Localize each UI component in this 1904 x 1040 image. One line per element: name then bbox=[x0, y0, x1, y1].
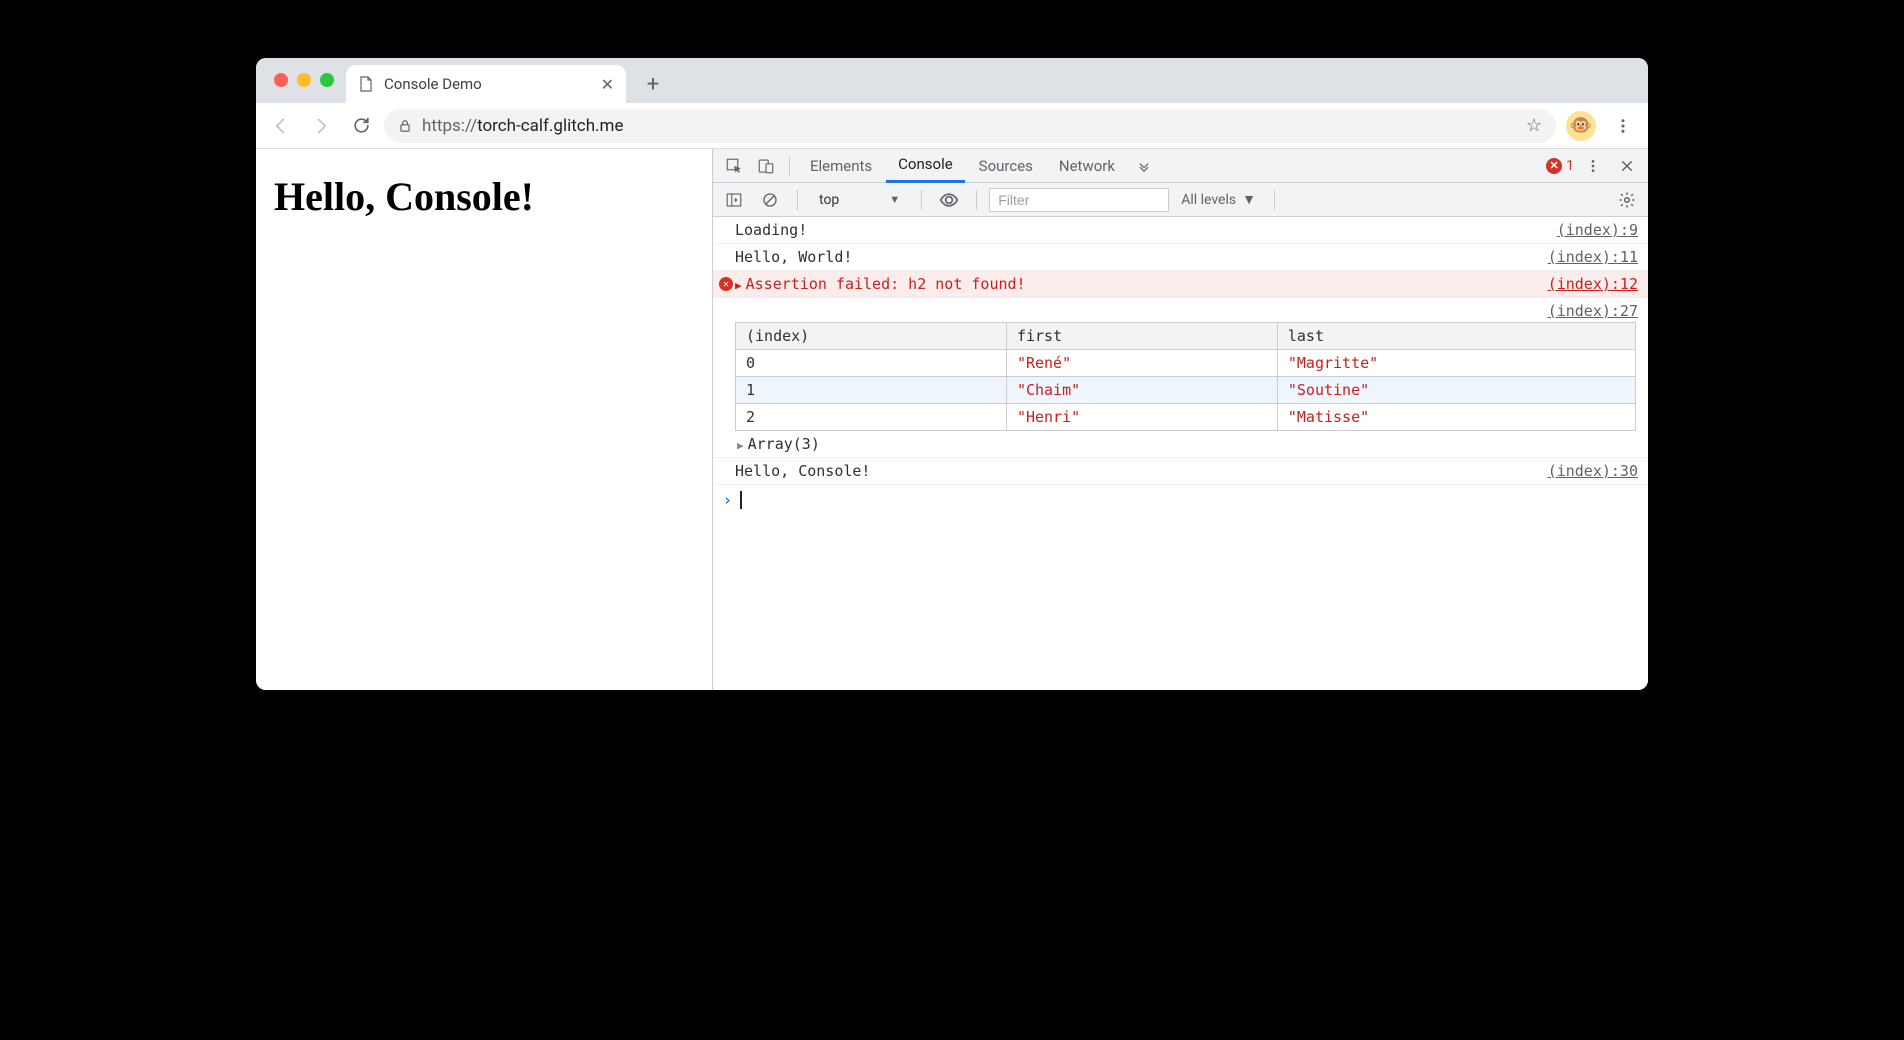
browser-tab[interactable]: Console Demo ✕ bbox=[346, 65, 626, 103]
table-header[interactable]: last bbox=[1277, 323, 1635, 350]
table-row: 0 "René" "Magritte" bbox=[736, 350, 1636, 377]
log-message: Hello, World! bbox=[735, 248, 1538, 266]
console-log-row: Hello, World! (index):11 bbox=[713, 244, 1648, 271]
log-message: Loading! bbox=[735, 221, 1547, 239]
context-selector[interactable]: top ▼ bbox=[810, 189, 909, 211]
table-header[interactable]: (index) bbox=[736, 323, 1007, 350]
close-tab-icon[interactable]: ✕ bbox=[601, 75, 614, 94]
tab-strip: Console Demo ✕ + bbox=[256, 58, 1648, 103]
table-row: 1 "Chaim" "Soutine" bbox=[736, 377, 1636, 404]
log-message: ▶Assertion failed: h2 not found! bbox=[735, 275, 1538, 293]
devtools-menu-icon[interactable] bbox=[1578, 151, 1608, 181]
log-source-link[interactable]: (index):12 bbox=[1538, 275, 1638, 293]
new-tab-button[interactable]: + bbox=[636, 67, 670, 101]
maximize-window-icon[interactable] bbox=[320, 73, 334, 87]
tab-sources[interactable]: Sources bbox=[967, 149, 1045, 183]
filter-input[interactable] bbox=[989, 188, 1169, 212]
sidebar-toggle-icon[interactable] bbox=[719, 185, 749, 215]
bookmark-icon[interactable]: ☆ bbox=[1526, 115, 1542, 136]
page-heading: Hello, Console! bbox=[274, 173, 694, 220]
address-bar[interactable]: https://torch-calf.glitch.me ☆ bbox=[384, 109, 1556, 143]
error-icon: ✕ bbox=[719, 277, 733, 291]
log-source-link[interactable]: (index):9 bbox=[1547, 221, 1638, 239]
disclosure-triangle-icon[interactable]: ▶ bbox=[737, 439, 744, 452]
forward-button[interactable] bbox=[304, 109, 338, 143]
profile-avatar[interactable]: 🐵 bbox=[1566, 111, 1596, 141]
page-icon bbox=[358, 76, 374, 92]
browser-window: Console Demo ✕ + https://torch-calf.glit… bbox=[256, 58, 1648, 690]
log-source-link[interactable]: (index):11 bbox=[1538, 248, 1638, 266]
devtools-panel: Elements Console Sources Network ✕1 bbox=[712, 149, 1648, 690]
console-prompt[interactable]: › bbox=[713, 485, 1648, 515]
page-viewport: Hello, Console! bbox=[256, 149, 712, 690]
inspect-icon[interactable] bbox=[719, 151, 749, 181]
toolbar: https://torch-calf.glitch.me ☆ 🐵 bbox=[256, 103, 1648, 149]
log-levels-selector[interactable]: All levels ▼ bbox=[1175, 191, 1262, 208]
console-toolbar: top ▼ All levels ▼ bbox=[713, 183, 1648, 217]
lock-icon bbox=[398, 119, 412, 133]
array-summary[interactable]: ▶Array(3) bbox=[735, 431, 1638, 453]
back-button[interactable] bbox=[264, 109, 298, 143]
tab-console[interactable]: Console bbox=[886, 149, 965, 183]
content-area: Hello, Console! Elements Console Sources… bbox=[256, 149, 1648, 690]
table-row: 2 "Henri" "Matisse" bbox=[736, 404, 1636, 431]
console-table-row: (index):27 (index) first last 0 bbox=[713, 298, 1648, 458]
prompt-icon: › bbox=[723, 491, 732, 509]
console-error-row: ✕ ▶Assertion failed: h2 not found! (inde… bbox=[713, 271, 1648, 298]
chevron-down-icon: ▼ bbox=[889, 193, 900, 206]
tab-elements[interactable]: Elements bbox=[798, 149, 884, 183]
close-devtools-icon[interactable] bbox=[1612, 151, 1642, 181]
more-tabs-icon[interactable] bbox=[1129, 151, 1159, 181]
device-toggle-icon[interactable] bbox=[751, 151, 781, 181]
url-text: https://torch-calf.glitch.me bbox=[422, 116, 623, 136]
console-output: Loading! (index):9 Hello, World! (index)… bbox=[713, 217, 1648, 690]
error-count-badge[interactable]: ✕1 bbox=[1546, 158, 1574, 174]
console-log-row: Hello, Console! (index):30 bbox=[713, 458, 1648, 485]
console-settings-icon[interactable] bbox=[1612, 185, 1642, 215]
table-header[interactable]: first bbox=[1006, 323, 1277, 350]
text-cursor bbox=[740, 491, 742, 509]
chevron-down-icon: ▼ bbox=[1242, 191, 1256, 208]
log-message: Hello, Console! bbox=[735, 462, 1538, 480]
live-expression-icon[interactable] bbox=[934, 185, 964, 215]
devtools-tabbar: Elements Console Sources Network ✕1 bbox=[713, 149, 1648, 183]
menu-button[interactable] bbox=[1606, 109, 1640, 143]
tab-title: Console Demo bbox=[384, 75, 482, 93]
console-table: (index) first last 0 "René" "Magritte" bbox=[735, 322, 1636, 431]
log-source-link[interactable]: (index):27 bbox=[735, 302, 1638, 322]
tab-network[interactable]: Network bbox=[1047, 149, 1127, 183]
log-source-link[interactable]: (index):30 bbox=[1538, 462, 1638, 480]
clear-console-icon[interactable] bbox=[755, 185, 785, 215]
close-window-icon[interactable] bbox=[274, 73, 288, 87]
console-log-row: Loading! (index):9 bbox=[713, 217, 1648, 244]
window-controls bbox=[274, 73, 334, 87]
reload-button[interactable] bbox=[344, 109, 378, 143]
minimize-window-icon[interactable] bbox=[297, 73, 311, 87]
disclosure-triangle-icon[interactable]: ▶ bbox=[735, 279, 742, 292]
